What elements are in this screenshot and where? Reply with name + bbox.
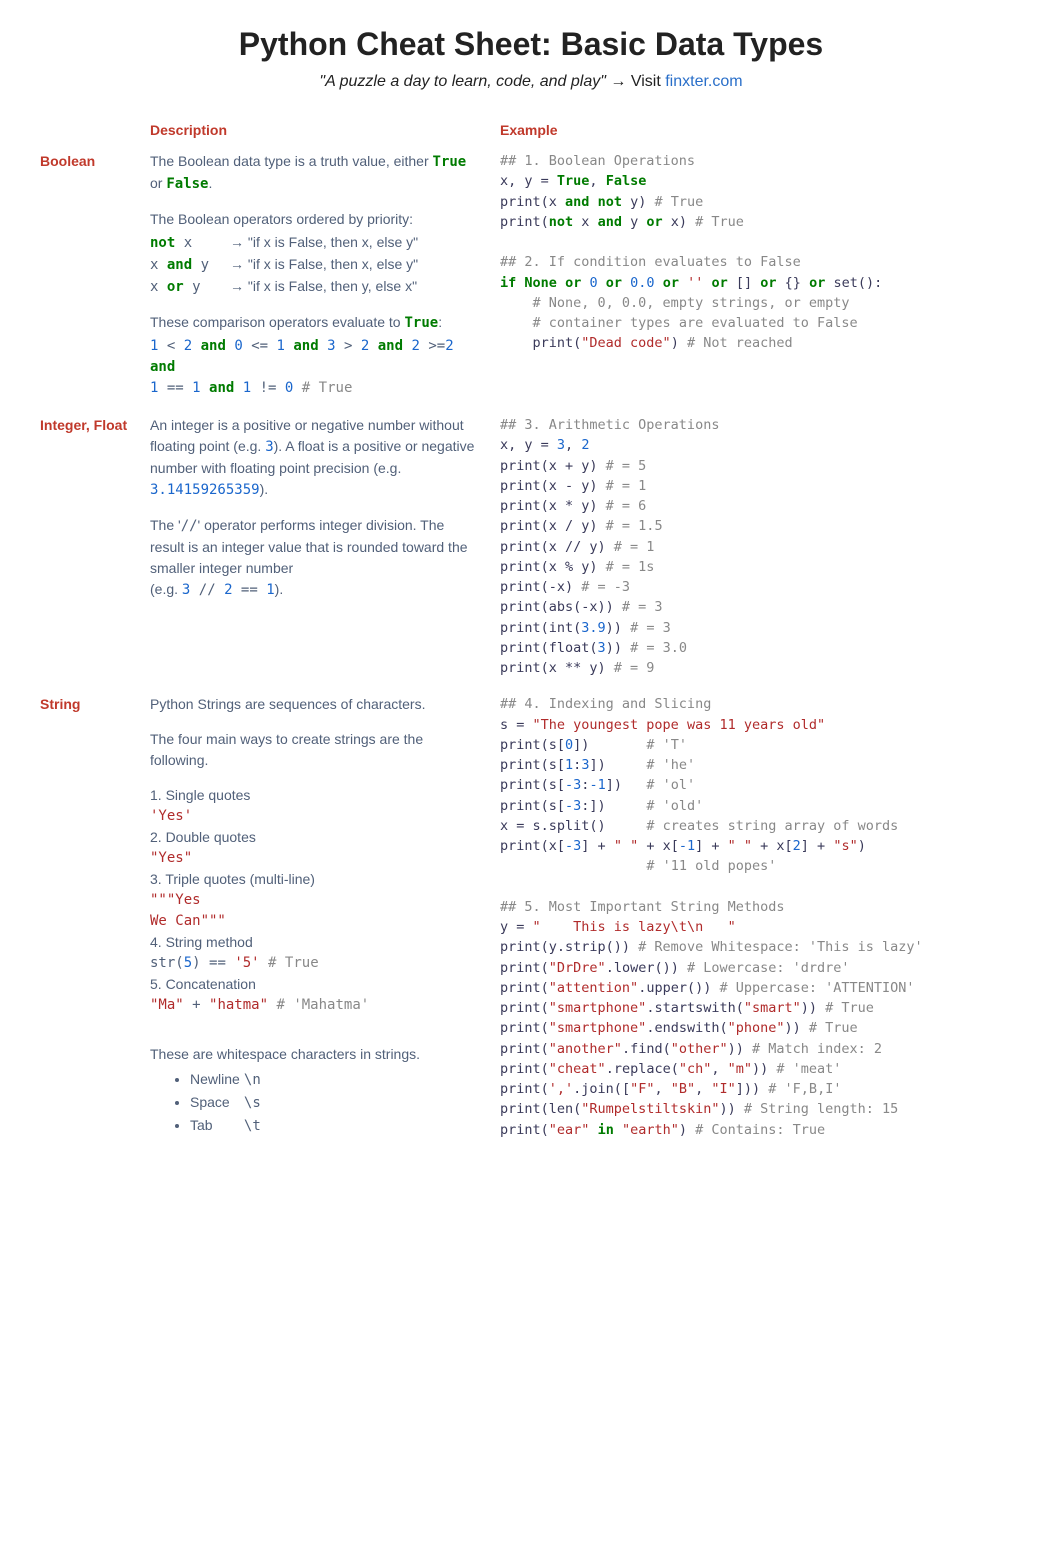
example-boolean: ## 1. Boolean Operations x, y = True, Fa… — [490, 143, 1032, 407]
row-label-intfloat: Integer, Float — [30, 407, 140, 686]
cheatsheet-table: Description Example Boolean The Boolean … — [30, 112, 1032, 1148]
page-title: Python Cheat Sheet: Basic Data Types — [30, 20, 1032, 68]
example-string: ## 4. Indexing and Slicing s = "The youn… — [490, 686, 1032, 1148]
tagline: "A puzzle a day to learn, code, and play… — [319, 73, 606, 90]
col-blank — [30, 112, 140, 143]
desc-intfloat: An integer is a positive or negative num… — [140, 407, 490, 686]
row-label-string: String — [30, 686, 140, 1148]
finxter-link[interactable]: finxter.com — [665, 73, 742, 90]
arrow-icon: → — [610, 73, 626, 90]
col-example: Example — [490, 112, 1032, 143]
row-label-boolean: Boolean — [30, 143, 140, 407]
visit-label: Visit — [631, 73, 661, 90]
col-description: Description — [140, 112, 490, 143]
desc-string: Python Strings are sequences of characte… — [140, 686, 490, 1148]
desc-boolean: The Boolean data type is a truth value, … — [140, 143, 490, 407]
whitespace-list: Newline \n Space \s Tab \t — [150, 1069, 480, 1137]
subtitle: "A puzzle a day to learn, code, and play… — [30, 70, 1032, 94]
example-intfloat: ## 3. Arithmetic Operations x, y = 3, 2 … — [490, 407, 1032, 686]
